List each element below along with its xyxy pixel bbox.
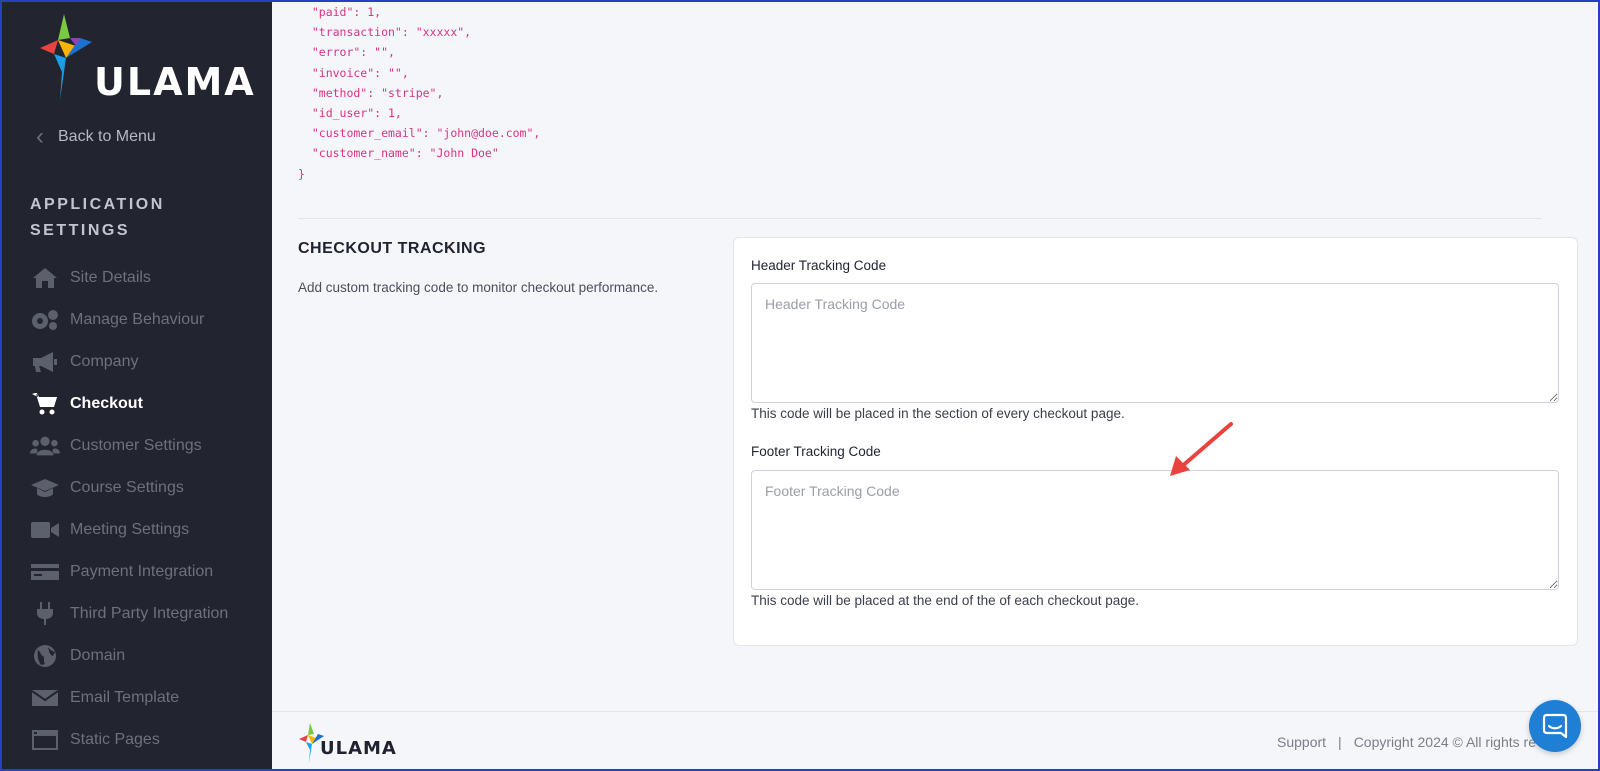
- footer-tracking-textarea[interactable]: [751, 470, 1559, 590]
- support-link[interactable]: Support: [1277, 734, 1326, 750]
- sidebar-item-label: Static Pages: [70, 731, 160, 748]
- sidebar-item-domain[interactable]: Domain: [30, 635, 228, 677]
- sidebar-item-meeting-settings[interactable]: Meeting Settings: [30, 509, 228, 551]
- chat-widget-button[interactable]: [1529, 700, 1581, 752]
- main-content: "paid": 1, "transaction": "xxxxx", "erro…: [272, 2, 1598, 711]
- footer-tracking-label: Footer Tracking Code: [751, 444, 881, 459]
- sidebar-item-label: Site Details: [70, 269, 151, 286]
- sidebar-item-static-pages[interactable]: Static Pages: [30, 719, 228, 761]
- sidebar-item-label: Customer Settings: [70, 437, 202, 454]
- sidebar: ULAMA ‹ Back to Menu APPLICATION SETTING…: [2, 2, 272, 769]
- hummingbird-logo-icon: [40, 14, 92, 100]
- sidebar-item-label: Payment Integration: [70, 563, 214, 580]
- window-icon: [30, 729, 60, 751]
- graduation-cap-icon: [30, 477, 60, 499]
- sidebar-section-title: APPLICATION SETTINGS: [30, 196, 165, 239]
- checkout-tracking-description: Add custom tracking code to monitor chec…: [298, 280, 659, 295]
- sidebar-item-label: Course Settings: [70, 479, 184, 496]
- footer-links: Support | Copyright 2024 © All rights re: [1277, 734, 1536, 750]
- footer-tracking-help: This code will be placed at the end of t…: [751, 593, 1140, 608]
- sidebar-item-email-template[interactable]: Email Template: [30, 677, 228, 719]
- megaphone-icon: [30, 351, 60, 373]
- header-tracking-help: This code will be placed in the section …: [751, 406, 1125, 421]
- brand-name: ULAMA: [94, 60, 256, 104]
- footer-separator: |: [1338, 734, 1342, 750]
- section-divider: [298, 218, 1542, 219]
- footer-brand-name: ULAMA: [320, 738, 397, 759]
- envelope-icon: [30, 687, 60, 709]
- credit-card-icon: [30, 561, 60, 583]
- sidebar-item-site-details[interactable]: Site Details: [30, 257, 228, 299]
- page-footer: ULAMA Support | Copyright 2024 © All right…: [272, 711, 1598, 769]
- copyright-text: Copyright 2024 © All rights re: [1353, 734, 1536, 750]
- sidebar-item-label: Checkout: [70, 395, 143, 412]
- sidebar-item-manage-behaviour[interactable]: Manage Behaviour: [30, 299, 228, 341]
- checkout-tracking-title: CHECKOUT TRACKING: [298, 240, 487, 257]
- header-tracking-textarea[interactable]: [751, 283, 1559, 403]
- sidebar-item-label: Meeting Settings: [70, 521, 190, 538]
- sidebar-item-payment-integration[interactable]: Payment Integration: [30, 551, 228, 593]
- chevron-left-icon: ‹: [36, 123, 44, 150]
- sidebar-item-label: Company: [70, 353, 139, 370]
- sidebar-item-third-party-integration[interactable]: Third Party Integration: [30, 593, 228, 635]
- header-tracking-label: Header Tracking Code: [751, 258, 887, 273]
- sidebar-item-checkout[interactable]: Checkout: [30, 383, 228, 425]
- sidebar-item-course-settings[interactable]: Course Settings: [30, 467, 228, 509]
- globe-icon: [30, 645, 60, 667]
- tracking-code-card: Header Tracking Code This code will be p…: [733, 237, 1578, 646]
- home-icon: [30, 267, 60, 289]
- video-icon: [30, 519, 60, 541]
- sidebar-item-label: Email Template: [70, 689, 180, 706]
- footer-logo[interactable]: ULAMA: [298, 722, 398, 764]
- sidebar-item-company[interactable]: Company: [30, 341, 228, 383]
- sidebar-nav: Site Details Manage Behaviour Company Ch…: [30, 257, 228, 761]
- sidebar-item-customer-settings[interactable]: Customer Settings: [30, 425, 228, 467]
- annotation-arrow-icon: [1170, 422, 1233, 476]
- sidebar-item-label: Third Party Integration: [70, 605, 229, 622]
- users-icon: [30, 435, 60, 457]
- json-response-snippet: "paid": 1, "transaction": "xxxxx", "erro…: [298, 5, 541, 181]
- plug-icon: [30, 602, 60, 625]
- cart-icon: [30, 393, 60, 415]
- brand-logo[interactable]: ULAMA: [36, 12, 254, 104]
- sidebar-item-label: Manage Behaviour: [70, 311, 205, 328]
- sidebar-item-label: Domain: [70, 647, 126, 664]
- back-to-menu-label: Back to Menu: [58, 128, 156, 145]
- chat-icon: [1542, 713, 1568, 739]
- back-to-menu-link[interactable]: ‹ Back to Menu: [36, 122, 156, 152]
- gears-icon: [30, 309, 60, 331]
